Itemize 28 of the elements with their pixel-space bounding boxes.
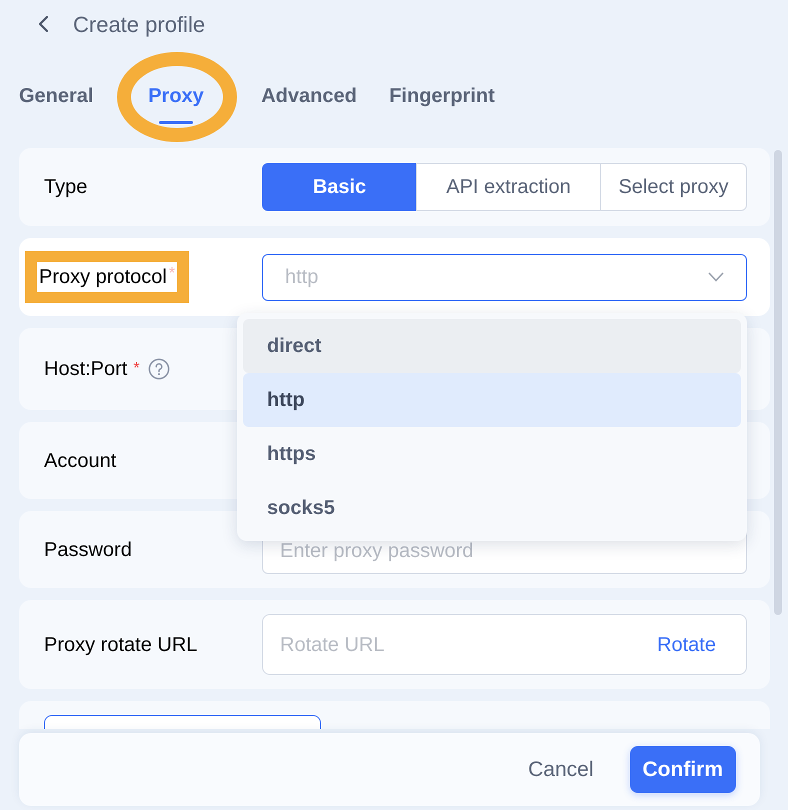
field-label: Host:Port [44, 357, 128, 382]
page-title: Create profile [73, 10, 206, 39]
chevron-down-icon [708, 272, 724, 282]
password-input[interactable]: Enter proxy password [280, 536, 729, 566]
segment-option[interactable]: API extraction [416, 163, 601, 211]
field-label: Proxy rotate URL [44, 632, 198, 658]
required-mark: * [133, 359, 140, 379]
select-placeholder: http [285, 265, 320, 290]
rotate-url-input[interactable]: Rotate URL [280, 630, 658, 660]
tab[interactable]: Advanced [261, 81, 357, 111]
tab[interactable]: Fingerprint [389, 81, 495, 111]
dropdown-option[interactable]: http [243, 373, 741, 427]
field-label: Type [44, 175, 88, 200]
rotate-url-field[interactable]: Rotate URL Rotate [262, 614, 747, 675]
help-icon[interactable] [148, 358, 170, 380]
field-label: Proxy protocol [37, 262, 169, 292]
segment-option[interactable]: Select proxy [600, 163, 747, 211]
rotate-link[interactable]: Rotate [657, 630, 716, 660]
scrollbar[interactable] [774, 150, 782, 615]
field-label: Account [44, 448, 116, 474]
cancel-button[interactable]: Cancel [528, 754, 594, 786]
field-label: Password [44, 538, 132, 562]
confirm-button[interactable]: Confirm [630, 746, 736, 793]
segment-option[interactable]: Basic [262, 163, 417, 211]
tab[interactable]: General [19, 81, 94, 111]
dropdown-option[interactable]: direct [243, 319, 741, 373]
dropdown-option[interactable]: https [243, 427, 741, 481]
tab[interactable]: Proxy [148, 81, 204, 111]
